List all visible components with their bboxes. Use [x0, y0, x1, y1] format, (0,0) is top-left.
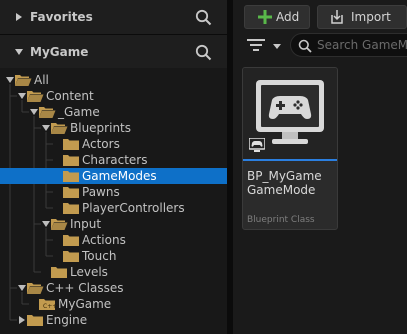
- tree-item-game[interactable]: _Game: [0, 104, 227, 120]
- tree-item-label: PlayerControllers: [82, 201, 185, 215]
- folder-icon: [63, 235, 79, 246]
- import-button[interactable]: Import: [317, 5, 407, 29]
- folder-open-icon: [39, 107, 56, 118]
- tree-item-label: Pawns: [82, 185, 120, 199]
- search-icon[interactable]: [195, 9, 212, 26]
- tree-item-label: Characters: [82, 153, 148, 167]
- tree-item-input[interactable]: Input: [0, 216, 227, 232]
- tree-item-all[interactable]: All: [0, 72, 227, 88]
- favorites-header[interactable]: Favorites: [0, 0, 227, 34]
- folder-icon: [63, 187, 79, 198]
- folder-open-icon: [27, 91, 44, 102]
- folder-icon: [63, 203, 79, 214]
- expanded-arrow-icon[interactable]: [18, 92, 26, 100]
- tree-item-label: Actors: [82, 137, 120, 151]
- tree-item-label: Engine: [46, 313, 88, 327]
- tree-item-label: Blueprints: [70, 121, 132, 135]
- tree-item-content[interactable]: Content: [0, 88, 227, 104]
- filter-icon[interactable]: [247, 38, 265, 52]
- asset-tile[interactable]: BP_MyGame GameMode Blueprint Class: [242, 67, 338, 230]
- collapsed-arrow-icon[interactable]: [14, 12, 24, 22]
- tree-item-playercontrollers[interactable]: PlayerControllers: [0, 200, 227, 216]
- gamepad-icon: [249, 138, 265, 152]
- expanded-arrow-icon[interactable]: [6, 76, 14, 84]
- import-icon: [331, 10, 343, 24]
- add-button[interactable]: Add: [244, 5, 310, 29]
- folder-icon: [51, 267, 67, 278]
- tree-item-label: Actions: [82, 233, 126, 247]
- asset-thumbnail: [243, 68, 337, 160]
- tree-item-label: All: [34, 73, 49, 87]
- folder-open-icon: [27, 283, 44, 294]
- tree-item-label: GameModes: [82, 169, 157, 183]
- tree-item-blueprints[interactable]: Blueprints: [0, 120, 227, 136]
- sources-panel: Favorites MyGame All Content _Game Blueprin…: [0, 0, 233, 334]
- add-button-label: Add: [276, 10, 300, 24]
- folder-icon: [63, 171, 79, 182]
- search-icon: [298, 39, 312, 53]
- cpp-folder-icon: C++: [39, 299, 56, 310]
- tree-item-engine[interactable]: Engine: [0, 312, 227, 328]
- asset-search-input[interactable]: [317, 37, 407, 53]
- import-button-label: Import: [351, 10, 391, 24]
- gamemode-monitor-icon: [256, 80, 324, 144]
- svg-text:C++: C++: [43, 303, 56, 310]
- expanded-arrow-icon[interactable]: [42, 220, 50, 228]
- asset-type: Blueprint Class: [247, 215, 315, 225]
- tree-item-actions[interactable]: Actions: [0, 232, 227, 248]
- collapsed-arrow-icon[interactable]: [18, 316, 26, 324]
- chevron-down-icon[interactable]: [273, 44, 281, 49]
- folder-icon: [63, 251, 79, 262]
- search-icon[interactable]: [195, 44, 212, 61]
- tree-item-label: C++ Classes: [46, 281, 124, 295]
- folder-icon: [27, 315, 43, 326]
- folder-icon: [63, 155, 79, 166]
- tree-item-actors[interactable]: Actors: [0, 136, 227, 152]
- asset-search-field[interactable]: [290, 33, 407, 57]
- asset-name: BP_MyGame GameMode: [247, 169, 322, 197]
- project-title: MyGame: [30, 45, 89, 59]
- tree-item-touch[interactable]: Touch: [0, 248, 227, 264]
- favorites-title: Favorites: [30, 10, 93, 24]
- tree-item-label: MyGame: [58, 297, 112, 311]
- folder-open-icon: [51, 219, 68, 230]
- expanded-arrow-icon[interactable]: [14, 47, 24, 57]
- tree-item-mygame[interactable]: C++ MyGame: [0, 296, 227, 312]
- plus-icon: [258, 10, 272, 24]
- tree-item-characters[interactable]: Characters: [0, 152, 227, 168]
- tree-item-label: Input: [70, 217, 102, 231]
- tree-item-pawns[interactable]: Pawns: [0, 184, 227, 200]
- expanded-arrow-icon[interactable]: [42, 124, 50, 132]
- content-panel: Add Import Search GameModes BP_MyGame Ga…: [233, 0, 407, 334]
- expanded-arrow-icon[interactable]: [30, 108, 38, 116]
- tree-item-label: Content: [46, 89, 94, 103]
- tree-item-c-classes[interactable]: C++ Classes: [0, 280, 227, 296]
- tree-item-label: _Game: [58, 105, 100, 119]
- project-header[interactable]: MyGame: [0, 35, 227, 69]
- folder-open-icon: [51, 123, 68, 134]
- tree-item-gamemodes[interactable]: GameModes: [0, 168, 227, 184]
- folder-open-icon: [15, 75, 32, 86]
- tree-item-label: Touch: [82, 249, 117, 263]
- tree-item-levels[interactable]: Levels: [0, 264, 227, 280]
- expanded-arrow-icon[interactable]: [18, 284, 26, 292]
- folder-icon: [63, 139, 79, 150]
- tree-item-label: Levels: [70, 265, 108, 279]
- asset-type-color-bar: [243, 159, 337, 161]
